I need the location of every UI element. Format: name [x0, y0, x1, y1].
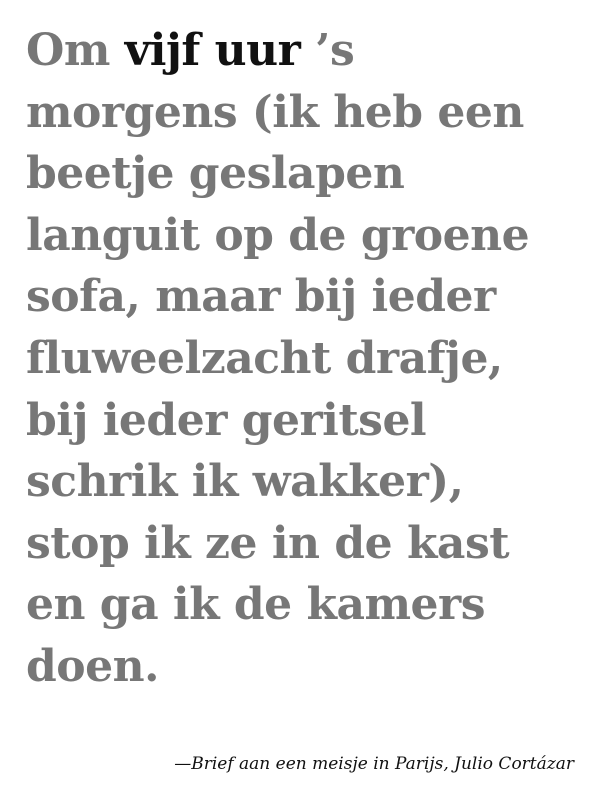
quote-line-1: Om vijf uur ’s [26, 20, 586, 82]
quote-text: Om vijf uur ’s morgens (ik heb een beetj… [26, 20, 586, 698]
quote-line-7: bij ieder geritsel [26, 394, 427, 446]
quote-line-11: doen. [26, 640, 159, 692]
quote-line-5: sofa, maar bij ieder [26, 271, 496, 323]
quote-attribution: —Brief aan een meisje in Parijs, Julio C… [174, 754, 574, 774]
quote-line-2: morgens (ik heb een [26, 86, 524, 138]
quote-line-9: stop ik ze in de kast [26, 517, 510, 569]
quote-line-1-end: ’s [300, 25, 355, 76]
quote-line-1-start: Om [26, 25, 125, 76]
quote-line-10: en ga ik de kamers [26, 579, 486, 631]
quote-line-8: schrik ik wakker), [26, 456, 464, 508]
quote-emphasis: vijf uur [124, 25, 301, 76]
quote-line-6: fluweelzacht drafje, [26, 332, 503, 384]
quote-line-4: languit op de groene [26, 209, 530, 261]
quote-line-3: beetje geslapen [26, 148, 405, 200]
